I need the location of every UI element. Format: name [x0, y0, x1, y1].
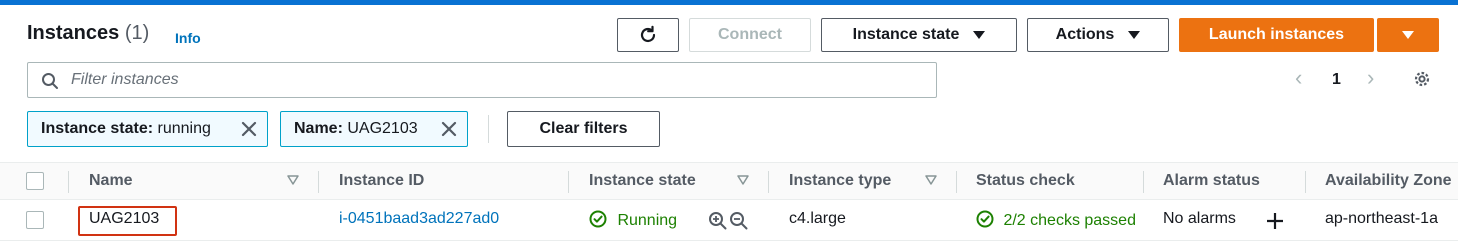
table-row[interactable]: UAG2103 i-0451baad3ad227ad0 Running c4.l… — [0, 200, 1458, 241]
check-circle-icon — [589, 210, 607, 228]
instance-id-link[interactable]: i-0451baad3ad227ad0 — [339, 210, 499, 228]
sort-icon[interactable] — [925, 175, 937, 185]
check-circle-icon — [976, 210, 994, 228]
caret-down-icon — [1128, 31, 1141, 39]
page-title-text: Instances — [27, 22, 120, 44]
refresh-icon — [640, 25, 656, 43]
actions-label: Actions — [1055, 26, 1115, 43]
column-header-instance-state[interactable]: Instance state — [589, 172, 696, 190]
search-input[interactable]: Filter instances — [27, 62, 937, 98]
column-header-status-check[interactable]: Status check — [976, 172, 1075, 190]
caret-down-icon — [973, 31, 986, 39]
filter-token-value: running — [157, 120, 211, 137]
column-header-instance-id[interactable]: Instance ID — [339, 172, 424, 190]
instance-state-cell: Running — [589, 210, 677, 230]
instance-state-dropdown[interactable]: Instance state — [821, 18, 1017, 52]
column-divider — [1143, 171, 1144, 193]
top-accent-bar — [0, 0, 1458, 5]
instance-count: (1) — [124, 22, 150, 44]
column-divider — [318, 171, 319, 193]
search-placeholder: Filter instances — [71, 71, 179, 88]
page-title: Instances (1) — [27, 22, 149, 45]
filter-token-key: Name: — [294, 120, 343, 137]
sort-icon[interactable] — [287, 175, 299, 185]
column-divider — [956, 171, 957, 193]
caret-down-icon — [1402, 31, 1414, 39]
next-page-icon[interactable]: › — [1367, 65, 1374, 91]
column-divider — [1305, 171, 1306, 193]
filter-divider — [488, 115, 489, 143]
availability-zone-cell: ap-northeast-1a — [1325, 210, 1438, 227]
filter-token-name: Name: UAG2103 — [280, 111, 468, 147]
previous-page-icon[interactable]: ‹ — [1295, 65, 1302, 91]
column-divider — [68, 171, 69, 193]
launch-options-dropdown[interactable] — [1377, 18, 1439, 52]
launch-instances-button[interactable]: Launch instances — [1179, 18, 1374, 52]
column-header-name[interactable]: Name — [89, 172, 133, 190]
clear-filters-button[interactable]: Clear filters — [507, 111, 660, 147]
status-check-cell[interactable]: 2/2 checks passed — [976, 210, 1136, 230]
remove-filter-icon[interactable] — [239, 119, 259, 139]
filter-token-value: UAG2103 — [347, 120, 418, 137]
select-all-checkbox[interactable] — [26, 172, 44, 190]
refresh-button[interactable] — [617, 18, 679, 52]
column-header-availability-zone[interactable]: Availability Zone — [1325, 172, 1452, 190]
status-check-text: 2/2 checks passed — [1003, 212, 1136, 229]
actions-dropdown[interactable]: Actions — [1027, 18, 1169, 52]
table-header: Name Instance ID Instance state Instance… — [0, 162, 1458, 200]
connect-button[interactable]: Connect — [689, 18, 811, 52]
zoom-out-icon[interactable] — [729, 211, 749, 231]
instance-type-cell: c4.large — [789, 210, 846, 227]
name-highlight-box — [78, 206, 177, 236]
add-alarm-icon[interactable] — [1265, 211, 1285, 231]
row-select-checkbox[interactable] — [26, 211, 44, 229]
column-header-instance-type[interactable]: Instance type — [789, 172, 891, 190]
current-page[interactable]: 1 — [1332, 71, 1341, 89]
column-header-alarm-status[interactable]: Alarm status — [1163, 172, 1260, 190]
info-link[interactable]: Info — [175, 30, 201, 46]
settings-gear-icon[interactable] — [1412, 69, 1432, 89]
instance-state-label: Instance state — [852, 26, 960, 43]
search-icon — [42, 73, 58, 89]
sort-icon[interactable] — [737, 175, 749, 185]
remove-filter-icon[interactable] — [439, 119, 459, 139]
alarm-status-cell: No alarms — [1163, 210, 1236, 227]
column-divider — [568, 171, 569, 193]
column-divider — [768, 171, 769, 193]
instance-state-text: Running — [617, 212, 678, 229]
zoom-in-icon[interactable] — [708, 211, 728, 231]
filter-token-key: Instance state: — [41, 120, 154, 137]
filter-token-instance-state: Instance state: running — [27, 111, 268, 147]
